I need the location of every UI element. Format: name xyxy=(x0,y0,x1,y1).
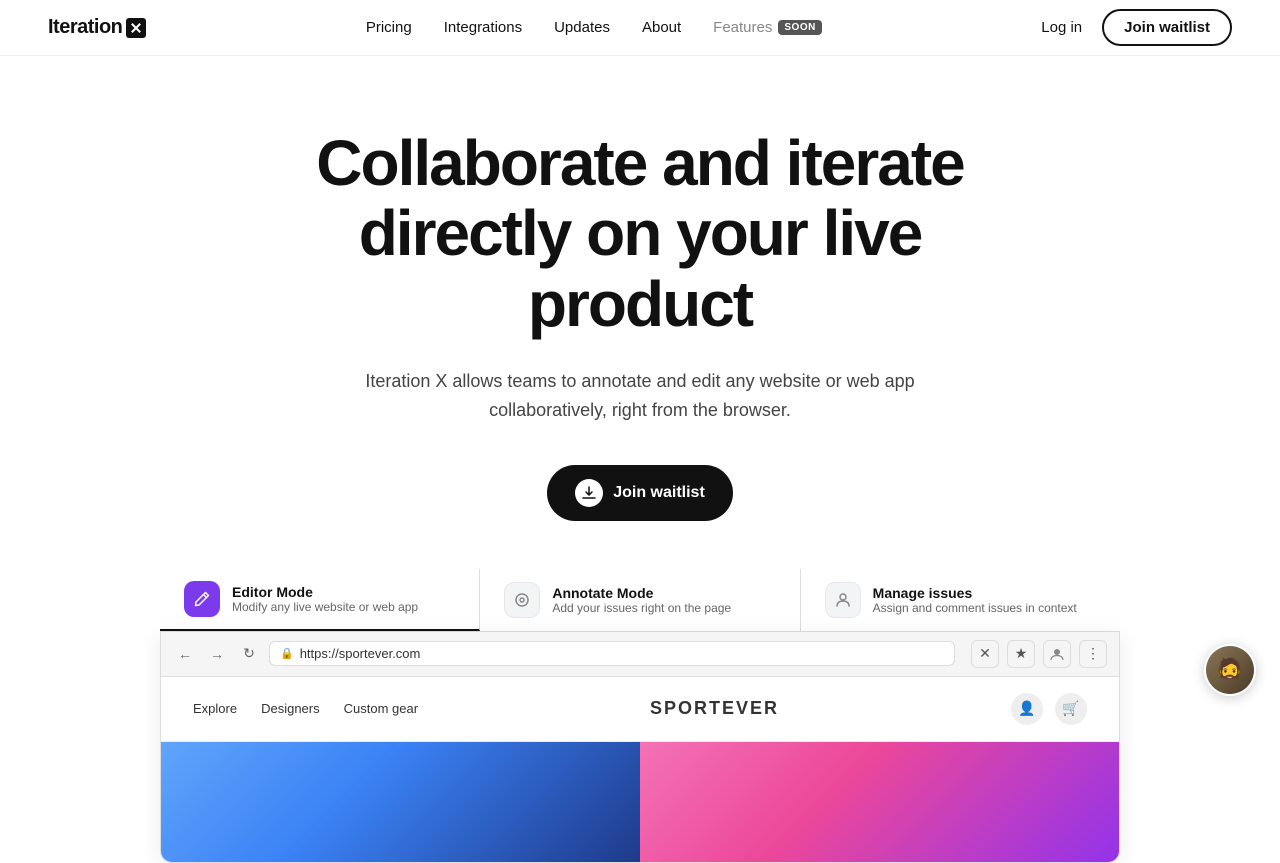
manage-issues-title: Manage issues xyxy=(873,585,1077,601)
hero-subtitle: Iteration X allows teams to annotate and… xyxy=(360,367,920,425)
sportever-designers[interactable]: Designers xyxy=(261,701,320,716)
extension-star-button[interactable]: ★ xyxy=(1007,640,1035,668)
join-waitlist-nav-button[interactable]: Join waitlist xyxy=(1102,9,1232,46)
hero-section: Collaborate and iterate directly on your… xyxy=(0,56,1280,569)
nav-features[interactable]: Features xyxy=(713,19,772,36)
sportever-logo: SPORTEVER xyxy=(650,698,779,719)
sportever-explore[interactable]: Explore xyxy=(193,701,237,716)
url-text: https://sportever.com xyxy=(300,646,421,661)
user-avatar[interactable]: 🧔 xyxy=(1204,644,1256,696)
browser-refresh-button[interactable]: ↻ xyxy=(237,642,261,666)
annotate-mode-text: Annotate Mode Add your issues right on t… xyxy=(552,585,731,615)
logo[interactable]: Iteration xyxy=(48,16,146,39)
nav-links: Pricing Integrations Updates About Featu… xyxy=(366,19,822,36)
manage-issues-icon xyxy=(825,582,861,618)
annotate-mode-icon xyxy=(504,582,540,618)
editor-mode-tab[interactable]: Editor Mode Modify any live website or w… xyxy=(160,569,480,631)
sportever-custom-gear[interactable]: Custom gear xyxy=(344,701,418,716)
nav-pricing[interactable]: Pricing xyxy=(366,19,412,36)
navbar: Iteration Pricing Integrations Updates A… xyxy=(0,0,1280,56)
join-waitlist-hero-button[interactable]: Join waitlist xyxy=(547,465,733,521)
lock-icon: 🔒 xyxy=(280,647,294,660)
mode-tabs: Editor Mode Modify any live website or w… xyxy=(160,569,1120,632)
editor-mode-desc: Modify any live website or web app xyxy=(232,600,418,614)
hero-title: Collaborate and iterate directly on your… xyxy=(240,128,1040,339)
demo-section: Editor Mode Modify any live website or w… xyxy=(0,569,1280,863)
download-icon xyxy=(575,479,603,507)
sport-card-pink xyxy=(640,742,1119,862)
manage-issues-desc: Assign and comment issues in context xyxy=(873,601,1077,615)
extension-avatar-button[interactable] xyxy=(1043,640,1071,668)
soon-badge: SOON xyxy=(778,20,821,35)
extension-x-button[interactable]: ✕ xyxy=(971,640,999,668)
annotate-mode-title: Annotate Mode xyxy=(552,585,731,601)
annotate-mode-tab[interactable]: Annotate Mode Add your issues right on t… xyxy=(480,569,800,631)
nav-about[interactable]: About xyxy=(642,19,681,36)
nav-updates[interactable]: Updates xyxy=(554,19,610,36)
browser-content: Explore Designers Custom gear SPORTEVER … xyxy=(161,677,1119,862)
browser-toolbar: ← → ↻ 🔒 https://sportever.com ✕ ★ ⋮ xyxy=(161,632,1119,677)
sportever-nav-links: Explore Designers Custom gear xyxy=(193,701,418,716)
user-avatar-image: 🧔 xyxy=(1206,646,1254,694)
sport-card-blue xyxy=(161,742,640,862)
nav-integrations[interactable]: Integrations xyxy=(444,19,522,36)
logo-x-icon xyxy=(126,18,146,38)
editor-mode-text: Editor Mode Modify any live website or w… xyxy=(232,584,418,614)
login-link[interactable]: Log in xyxy=(1041,19,1082,36)
editor-mode-title: Editor Mode xyxy=(232,584,418,600)
manage-issues-tab[interactable]: Manage issues Assign and comment issues … xyxy=(801,569,1120,631)
browser-extension-actions: ✕ ★ ⋮ xyxy=(971,640,1107,668)
browser-window: ← → ↻ 🔒 https://sportever.com ✕ ★ ⋮ Expl… xyxy=(160,632,1120,863)
sportever-content xyxy=(161,742,1119,862)
annotate-mode-desc: Add your issues right on the page xyxy=(552,601,731,615)
logo-text: Iteration xyxy=(48,16,122,39)
editor-mode-icon xyxy=(184,581,220,617)
browser-forward-button[interactable]: → xyxy=(205,642,229,666)
browser-back-button[interactable]: ← xyxy=(173,642,197,666)
manage-issues-text: Manage issues Assign and comment issues … xyxy=(873,585,1077,615)
sportever-navbar: Explore Designers Custom gear SPORTEVER … xyxy=(161,677,1119,742)
nav-features-group: Features SOON xyxy=(713,19,822,36)
extension-menu-button[interactable]: ⋮ xyxy=(1079,640,1107,668)
url-bar[interactable]: 🔒 https://sportever.com xyxy=(269,641,955,666)
nav-actions: Log in Join waitlist xyxy=(1041,9,1232,46)
join-waitlist-hero-label: Join waitlist xyxy=(613,484,705,502)
